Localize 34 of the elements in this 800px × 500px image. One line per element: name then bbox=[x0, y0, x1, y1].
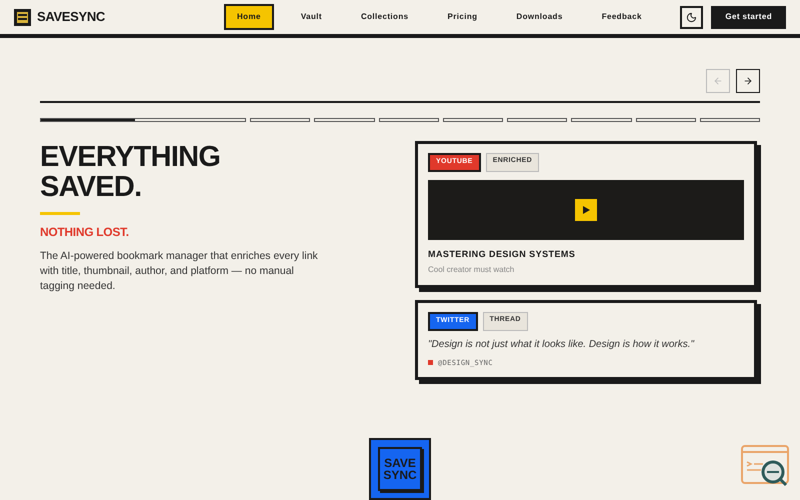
logo-text: SAVE bbox=[384, 457, 416, 469]
hero-subtitle: NOTHING LOST. bbox=[40, 224, 130, 241]
browser-search-icon bbox=[741, 445, 791, 489]
hero-description: The AI-powered bookmark manager that enriches every link with title, thumbnail, author, and platform — no manual tagging needed. bbox=[40, 249, 319, 294]
play-button[interactable] bbox=[575, 198, 597, 220]
nav-link[interactable]: Vault bbox=[288, 4, 335, 30]
progress-segment[interactable] bbox=[378, 118, 439, 122]
nav-link[interactable]: Downloads bbox=[503, 4, 576, 30]
brand-name: SAVESYNC bbox=[37, 8, 105, 26]
progress-segment[interactable] bbox=[636, 118, 696, 122]
nav-link[interactable]: Home bbox=[224, 4, 274, 30]
theme-toggle-button[interactable] bbox=[680, 6, 704, 28]
progress-segment[interactable] bbox=[250, 118, 310, 122]
nav-link[interactable]: Collections bbox=[348, 4, 422, 30]
progress-segment[interactable] bbox=[40, 118, 246, 122]
logo-text: SYNC bbox=[383, 469, 417, 481]
progress-segment[interactable] bbox=[442, 118, 503, 122]
progress-segment[interactable] bbox=[571, 118, 632, 122]
progress-segment[interactable] bbox=[314, 118, 374, 122]
card-title: MASTERING DESIGN SYSTEMS bbox=[428, 248, 576, 260]
quote-text: "Design is not just what it looks like. Design is how it works." bbox=[428, 338, 696, 352]
arrow-right-icon bbox=[743, 76, 753, 86]
moon-icon bbox=[686, 12, 698, 22]
hero-title: EVERYTHING SAVED. bbox=[40, 142, 222, 202]
logo-icon bbox=[14, 8, 31, 26]
next-button[interactable] bbox=[736, 69, 760, 93]
nav-link[interactable]: Feedback bbox=[588, 4, 655, 30]
play-icon bbox=[581, 204, 591, 214]
progress-segment[interactable] bbox=[507, 118, 568, 122]
progress-segment[interactable] bbox=[700, 118, 760, 122]
arrow-left-icon bbox=[713, 76, 723, 86]
nav-link[interactable]: Pricing bbox=[434, 4, 490, 30]
get-started-button[interactable]: Get started bbox=[711, 6, 786, 28]
card-note: Cool creator must watch bbox=[428, 264, 516, 276]
